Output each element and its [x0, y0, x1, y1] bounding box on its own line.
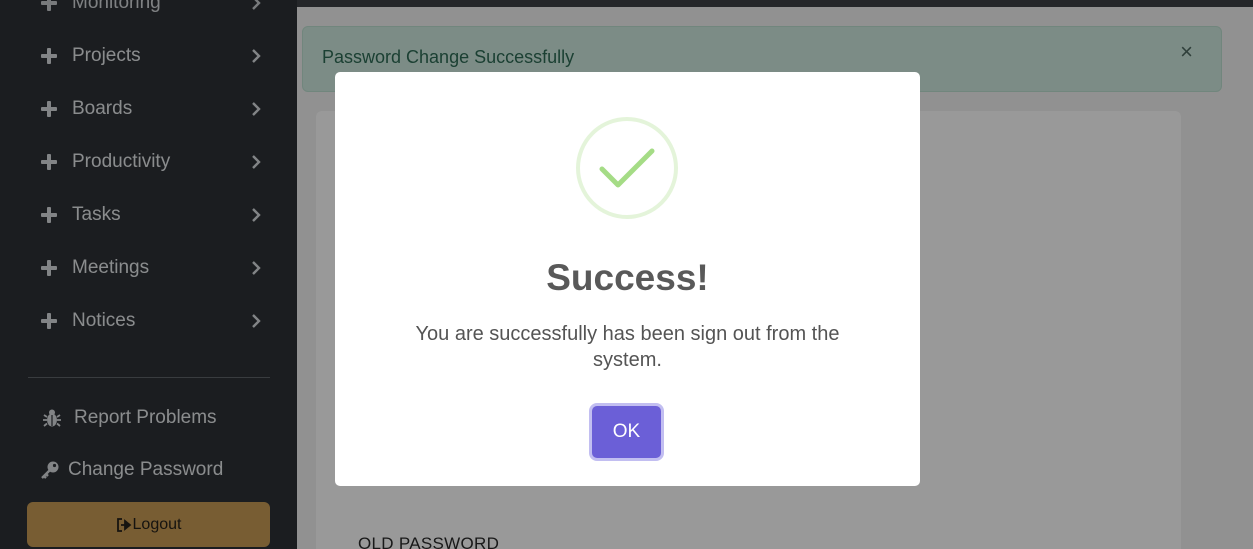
- success-modal: Success! You are successfully has been s…: [335, 72, 920, 486]
- ok-button[interactable]: OK: [592, 406, 661, 458]
- success-check-icon: [576, 117, 678, 219]
- check-icon: [599, 148, 655, 188]
- modal-title: Success!: [546, 257, 709, 298]
- modal-message: You are successfully has been sign out f…: [415, 323, 840, 371]
